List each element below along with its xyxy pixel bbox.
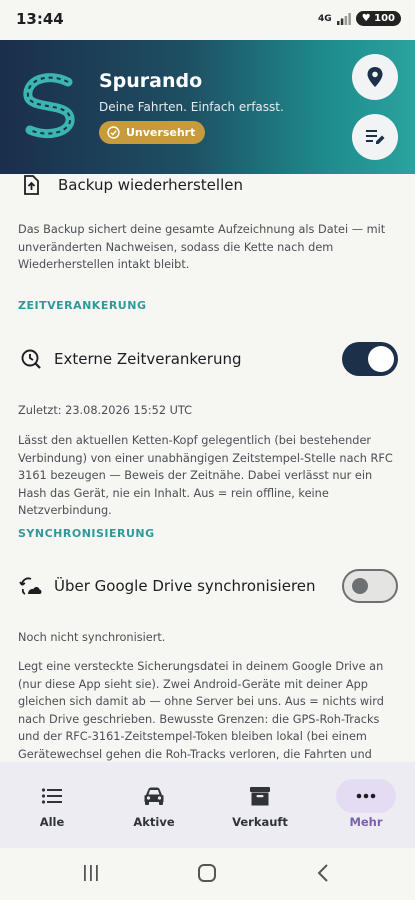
section-title-synchronisierung: SYNCHRONISIERUNG — [18, 527, 155, 540]
cloud-sync-icon — [18, 573, 44, 599]
drive-sync-label: Über Google Drive synchronisieren — [54, 577, 316, 595]
status-bar: 13:44 4G ♥ 100 — [0, 0, 415, 40]
settings-content[interactable]: Backup wiederherstellen Das Backup siche… — [0, 174, 415, 762]
nav-label: Verkauft — [232, 815, 288, 829]
battery-indicator: ♥ 100 — [355, 11, 401, 26]
time-anchoring-toggle[interactable] — [342, 342, 398, 376]
app-header: Spurando Deine Fahrten. Einfach erfasst.… — [0, 40, 415, 174]
network-label: 4G — [318, 13, 332, 24]
clock-icon — [18, 346, 44, 372]
drive-sync-row[interactable]: Über Google Drive synchronisieren — [0, 568, 415, 604]
nav-label: Aktive — [133, 815, 175, 829]
back-icon — [317, 864, 328, 882]
recent-apps-icon — [84, 865, 98, 881]
upload-file-icon — [18, 174, 44, 198]
toggle-knob — [352, 578, 368, 594]
last-anchored-text: Zuletzt: 23.08.2026 15:52 UTC — [18, 404, 192, 417]
status-badge: Unversehrt — [99, 121, 206, 144]
more-icon — [336, 779, 396, 813]
restore-backup-row[interactable]: Backup wiederherstellen — [0, 174, 415, 200]
back-button[interactable] — [303, 858, 343, 888]
app-subtitle: Deine Fahrten. Einfach erfasst. — [99, 100, 284, 114]
time-anchoring-description: Lässt den aktuellen Ketten-Kopf gelegent… — [18, 434, 393, 517]
nav-item-verkauft[interactable]: Verkauft — [208, 762, 312, 848]
recent-apps-button[interactable] — [71, 858, 111, 888]
restore-backup-label: Backup wiederherstellen — [58, 176, 243, 194]
archive-icon — [230, 779, 290, 813]
nav-item-alle[interactable]: Alle — [0, 762, 104, 848]
list-icon — [22, 779, 82, 813]
sync-status-text: Noch nicht synchronisiert. — [18, 631, 166, 644]
app-logo — [23, 73, 75, 138]
home-icon — [198, 864, 216, 882]
nav-item-mehr[interactable]: Mehr — [314, 762, 415, 848]
badge-label: Unversehrt — [126, 126, 196, 139]
check-circle-icon — [107, 126, 120, 139]
car-icon — [124, 779, 184, 813]
location-pin-icon — [367, 67, 383, 87]
nav-label: Alle — [39, 815, 65, 829]
status-indicators: 4G ♥ 100 — [318, 11, 401, 26]
sync-description: Legt eine versteckte Sicherungsdatei in … — [18, 660, 384, 761]
nav-label: Mehr — [349, 815, 383, 829]
app-title: Spurando — [99, 70, 203, 92]
battery-level: 100 — [374, 13, 395, 24]
toggle-knob — [368, 346, 394, 372]
time-anchoring-row[interactable]: Externe Zeitverankerung — [0, 341, 415, 377]
bottom-navigation: Alle Aktive Verkauft Mehr — [0, 762, 415, 848]
system-navigation — [0, 848, 415, 900]
section-title-zeitverankerung: ZEITVERANKERUNG — [18, 299, 147, 312]
location-button[interactable] — [352, 54, 398, 100]
status-time: 13:44 — [16, 10, 64, 28]
edit-list-button[interactable] — [352, 114, 398, 160]
backup-description: Das Backup sichert deine gesamte Aufzeic… — [18, 223, 386, 271]
edit-list-icon — [366, 130, 385, 144]
signal-icon — [336, 12, 351, 25]
nav-item-aktive[interactable]: Aktive — [102, 762, 206, 848]
drive-sync-toggle[interactable] — [342, 569, 398, 603]
home-button[interactable] — [187, 858, 227, 888]
time-anchoring-label: Externe Zeitverankerung — [54, 350, 242, 368]
